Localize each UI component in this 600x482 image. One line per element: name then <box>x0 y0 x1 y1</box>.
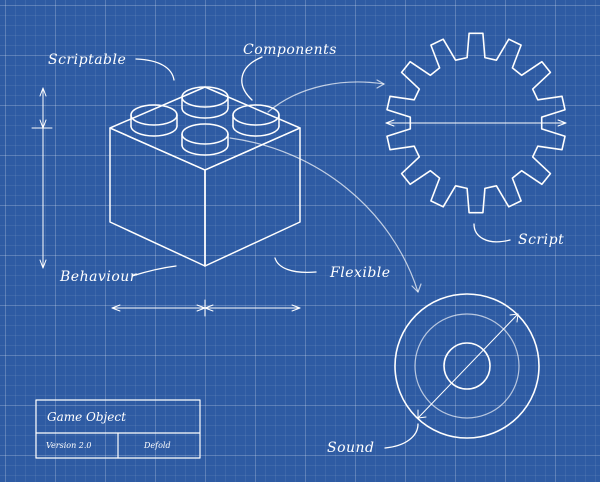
speaker-icon <box>394 293 540 439</box>
scriptable-label: Scriptable <box>48 52 127 68</box>
script-label: Script <box>518 232 565 248</box>
components-label: Components <box>243 42 337 58</box>
height-dimension <box>31 87 53 269</box>
script-leader <box>473 223 511 243</box>
brick-top-face <box>109 86 301 171</box>
blueprint-canvas: Scriptable Components Behaviour Flexible… <box>0 0 600 482</box>
sound-label: Sound <box>327 440 375 456</box>
brick-stud-back <box>181 86 229 119</box>
title-block-version: Version 2.0 <box>46 441 92 450</box>
behaviour-leader <box>131 265 177 277</box>
scriptable-leader <box>135 58 175 81</box>
behaviour-label: Behaviour <box>60 269 137 285</box>
brick-right-face <box>204 127 301 267</box>
title-block-author: Defold <box>144 441 171 450</box>
components-leader <box>241 56 263 101</box>
title-block-title: Game Object <box>47 410 126 424</box>
brick-stud-front <box>181 123 229 156</box>
flexible-leader <box>274 257 317 274</box>
arrow-to-script <box>267 81 385 113</box>
speaker-diameter-line <box>417 313 519 419</box>
brick-left-face <box>109 127 206 267</box>
width-dimension <box>111 299 301 317</box>
sound-leader <box>384 423 419 449</box>
brick-drawing <box>109 86 301 267</box>
gear-icon <box>385 32 567 214</box>
flexible-label: Flexible <box>330 265 391 281</box>
